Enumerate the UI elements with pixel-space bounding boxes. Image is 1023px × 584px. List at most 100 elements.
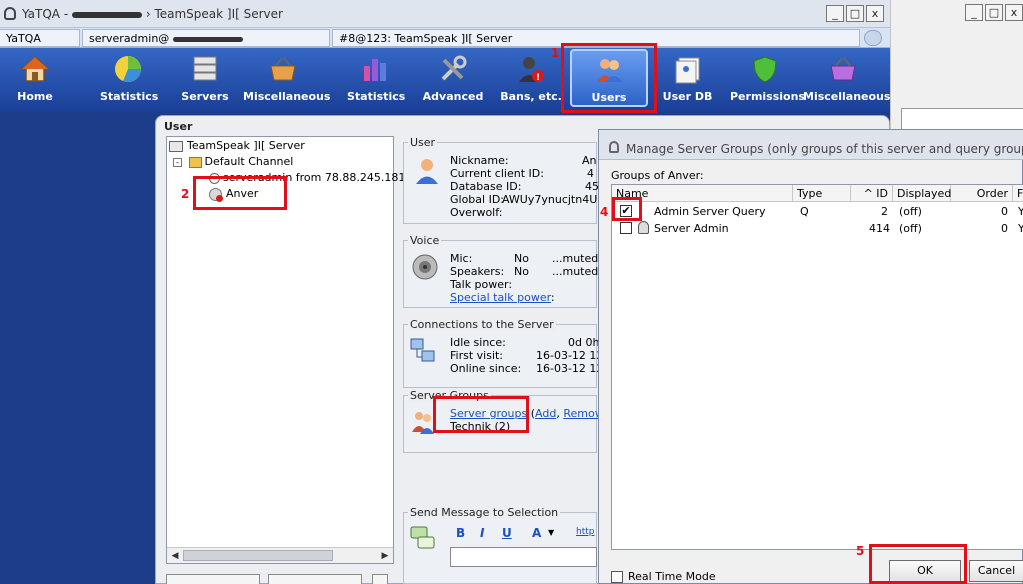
server-groups-list[interactable]: Name Type ^ ID Displayed Order F ✔ Admin… [611, 184, 1023, 550]
insert-url-button[interactable]: http [576, 527, 594, 537]
realtime-mode-checkbox-box[interactable] [611, 571, 623, 583]
main-toolbar: Home Statistics Servers Miscellaneous St… [0, 48, 890, 112]
close-button[interactable]: x [866, 5, 884, 22]
client-id-label: Current client ID: [450, 167, 544, 180]
first-visit-value: 16-03-12 12 [536, 349, 604, 362]
mic-muted-status: ...muted: [552, 252, 602, 265]
toolbar-misc-label: Miscellaneous [243, 90, 331, 103]
cancel-button[interactable]: Cancel [969, 560, 1023, 582]
collapse-icon[interactable]: - [173, 157, 182, 167]
toolbar-permissions-button[interactable]: Permissions [730, 50, 805, 110]
scroll-thumb[interactable] [183, 550, 333, 561]
online-since-value: 16-03-12 12 [536, 362, 604, 375]
ban-user-icon: ! [519, 57, 544, 83]
group-checkbox-unchecked[interactable] [620, 222, 632, 234]
bold-button[interactable]: B [456, 526, 465, 540]
redacted-address [172, 36, 243, 42]
column-header-order[interactable]: Order [951, 185, 1013, 202]
global-id-value: AWUy7ynucjtn4U5h [502, 193, 612, 206]
user-group-title: User [408, 136, 438, 149]
column-header-type[interactable]: Type [793, 185, 851, 202]
underline-button[interactable]: U [502, 526, 512, 540]
scroll-right-arrow-icon[interactable]: ▶ [379, 550, 391, 562]
scroll-left-arrow-icon[interactable]: ◀ [169, 550, 181, 562]
talk-power-label: Talk power: [450, 278, 513, 291]
realtime-mode-checkbox[interactable]: Real Time Mode [611, 570, 716, 583]
add-server-group-link[interactable]: Add [535, 407, 556, 420]
toolbar-statistics2-label: Statistics [347, 90, 406, 103]
toolbar-bans-label: Bans, etc. [500, 90, 562, 103]
tree-horizontal-scrollbar[interactable]: ◀ ▶ [167, 547, 393, 563]
toolbar-servers-button[interactable]: Servers [180, 50, 230, 110]
column-header-f[interactable]: F [1013, 185, 1023, 202]
italic-button[interactable]: I [480, 526, 484, 540]
realtime-mode-label: Real Time Mode [628, 570, 716, 583]
send-message-title: Send Message to Selection [408, 506, 561, 519]
refresh-button[interactable] [166, 574, 260, 584]
list-row-admin-server-query[interactable]: ✔ Admin Server Query Q 2 (off) 0 Y [612, 203, 1023, 220]
small-bottom-button[interactable] [372, 574, 388, 584]
toolbar-userdb-button[interactable]: User DB [660, 50, 715, 110]
minimize-button[interactable]: _ [826, 5, 844, 22]
bg-close-button[interactable]: x [1005, 4, 1023, 21]
speakers-value: No [514, 265, 529, 278]
toolbar-misc2-button[interactable]: Miscellaneous [803, 50, 890, 110]
font-color-button[interactable]: A [532, 526, 541, 540]
column-header-displayed[interactable]: Displayed [893, 185, 951, 202]
list-row-server-admin[interactable]: Server Admin 414 (off) 0 Y [612, 220, 1023, 237]
home-icon [20, 55, 50, 82]
panel-title: User [164, 120, 193, 133]
mic-label: Mic: [450, 252, 473, 265]
toolbar-servers-label: Servers [181, 90, 229, 103]
column-header-id[interactable]: ^ ID [851, 185, 893, 202]
message-input[interactable] [450, 547, 597, 567]
select-button[interactable] [268, 574, 362, 584]
font-color-dropdown-icon[interactable]: ▼ [548, 528, 554, 537]
servers-icon [193, 56, 217, 81]
toolbar-statistics2-button[interactable]: Statistics [347, 50, 406, 110]
dialog-title: Manage Server Groups (only groups of thi… [626, 142, 1023, 156]
toolbar-advanced-button[interactable]: Advanced [422, 50, 484, 110]
first-visit-label: First visit: [450, 349, 504, 362]
shield-icon [753, 56, 777, 83]
row-id: 2 [881, 205, 888, 218]
svg-text:!: ! [536, 73, 540, 83]
annotation-box-ok [869, 544, 967, 584]
window-title: YaTQA - › TeamSpeak ]I[ Server [22, 7, 283, 21]
window-title-suffix: › TeamSpeak ]I[ Server [145, 7, 283, 21]
row-f: Y [1018, 205, 1023, 218]
user-group-box: User Nickname: An Current client ID: 4 D… [403, 136, 611, 224]
bg-minimize-button[interactable]: _ [965, 4, 983, 21]
redacted-address [72, 11, 142, 18]
window-titlebar: YaTQA - › TeamSpeak ]I[ Server _ □ x [0, 0, 890, 28]
refresh-icon[interactable] [864, 30, 882, 46]
special-talk-power-link[interactable]: Special talk power [450, 291, 551, 304]
speakers-muted-status: ...muted: [552, 265, 602, 278]
connections-group-title: Connections to the Server [408, 318, 556, 331]
special-talk-power-suffix: : [550, 291, 555, 304]
toolbar-advanced-label: Advanced [422, 90, 484, 103]
crumb-serveradmin[interactable]: serveradmin@ [82, 29, 330, 47]
tree-channel-label: Default Channel [204, 155, 294, 168]
database-id-value: 45 [585, 180, 599, 193]
tools-icon [441, 55, 467, 81]
row-name: Admin Server Query [654, 205, 766, 218]
crumb-yatqa[interactable]: YaTQA [0, 29, 80, 47]
row-order: 0 [1001, 222, 1008, 235]
idle-since-value: 0d 0h [568, 336, 600, 349]
toolbar-statistics-button[interactable]: Statistics [100, 50, 158, 110]
speaker-icon [412, 254, 438, 280]
row-displayed: (off) [899, 205, 922, 218]
row-displayed: (off) [899, 222, 922, 235]
maximize-button[interactable]: □ [846, 5, 864, 22]
groups-of-label: Groups of Anver: [611, 169, 704, 182]
toolbar-home-button[interactable]: Home [10, 50, 60, 110]
row-id: 414 [869, 222, 890, 235]
bg-input[interactable] [901, 108, 1023, 130]
tree-channel-row[interactable]: - Default Channel [173, 155, 293, 168]
bg-maximize-button[interactable]: □ [985, 4, 1003, 21]
teamspeak-app-icon [609, 141, 619, 153]
tree-server-row[interactable]: TeamSpeak ]I[ Server [169, 139, 305, 152]
toolbar-misc-button[interactable]: Miscellaneous [243, 50, 331, 110]
special-talk-power-row: Special talk power: [450, 291, 555, 304]
